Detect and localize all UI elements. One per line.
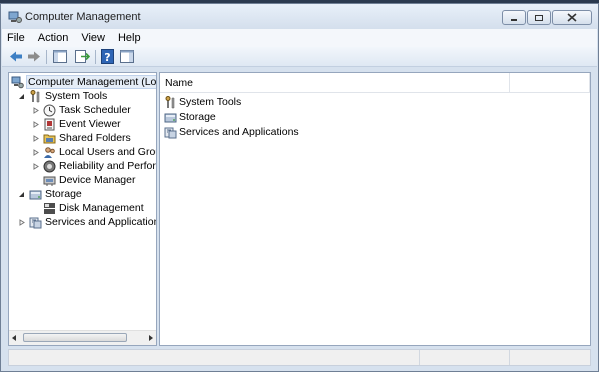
tree-item-device-manager[interactable]: Device Manager bbox=[43, 173, 135, 187]
tree-item-label: System Tools bbox=[45, 90, 108, 102]
maximize-button[interactable] bbox=[527, 10, 551, 25]
system-tools-icon bbox=[30, 89, 40, 102]
status-bar-divider bbox=[509, 350, 510, 365]
close-button[interactable] bbox=[552, 10, 592, 25]
expand-arrow-icon[interactable] bbox=[31, 120, 40, 129]
scroll-right-icon[interactable] bbox=[147, 334, 154, 342]
toolbar: ? bbox=[2, 47, 597, 67]
tree-item-label: Storage bbox=[45, 188, 82, 200]
scrollbar-thumb[interactable] bbox=[23, 333, 127, 342]
maximize-icon bbox=[535, 14, 543, 21]
tree-item-label: Computer Management (Local) bbox=[25, 75, 156, 89]
expand-arrow-icon[interactable] bbox=[31, 148, 40, 157]
toolbar-separator bbox=[95, 50, 96, 64]
system-tools-icon bbox=[165, 95, 175, 108]
horizontal-scrollbar[interactable] bbox=[9, 330, 156, 345]
disk-management-icon bbox=[44, 202, 55, 214]
list-item-system-tools[interactable]: System Tools bbox=[164, 95, 241, 109]
scroll-left-icon[interactable] bbox=[11, 334, 18, 342]
list-header: Name bbox=[160, 73, 590, 93]
computer-management-icon bbox=[8, 11, 22, 23]
tree-item-reliability[interactable]: Reliability and Performance bbox=[31, 159, 156, 173]
event-viewer-icon bbox=[44, 118, 55, 130]
collapse-arrow-icon[interactable] bbox=[17, 190, 26, 199]
column-header-name[interactable]: Name bbox=[160, 73, 510, 92]
services-applications-icon bbox=[164, 127, 177, 138]
tree-item-computer-management[interactable]: Computer Management (Local) bbox=[11, 75, 156, 89]
list-item-label: System Tools bbox=[179, 96, 242, 108]
storage-icon bbox=[29, 190, 42, 199]
status-bar-divider bbox=[419, 350, 420, 365]
shared-folders-icon bbox=[43, 134, 56, 143]
menu-action[interactable]: Action bbox=[38, 32, 69, 44]
column-header-label: Name bbox=[165, 76, 194, 89]
close-icon bbox=[567, 13, 577, 22]
results-pane[interactable]: Name System Tools Storage Services and A… bbox=[159, 72, 591, 346]
tree-item-label: Disk Management bbox=[59, 202, 144, 214]
back-icon[interactable] bbox=[8, 49, 24, 64]
tree-item-label: Services and Applications bbox=[45, 216, 157, 228]
expand-arrow-icon[interactable] bbox=[31, 162, 40, 171]
minimize-icon bbox=[511, 18, 517, 21]
tree-item-local-users[interactable]: Local Users and Groups bbox=[31, 145, 156, 159]
tree-item-task-scheduler[interactable]: Task Scheduler bbox=[31, 103, 131, 117]
tree-item-label: Event Viewer bbox=[59, 118, 121, 130]
expand-arrow-icon[interactable] bbox=[31, 106, 40, 115]
status-bar bbox=[8, 349, 591, 366]
menu-bar: File Action View Help bbox=[2, 29, 597, 47]
tree-item-label: Task Scheduler bbox=[59, 104, 131, 116]
help-icon[interactable]: ? bbox=[100, 49, 116, 64]
tree-item-label: Local Users and Groups bbox=[59, 146, 156, 158]
menu-file[interactable]: File bbox=[7, 32, 25, 44]
list-item-label: Storage bbox=[179, 111, 216, 123]
storage-icon bbox=[164, 113, 177, 122]
tree-item-label: Reliability and Performance bbox=[59, 160, 156, 172]
tree-item-system-tools[interactable]: System Tools bbox=[17, 89, 107, 103]
menu-help[interactable]: Help bbox=[118, 32, 141, 44]
task-scheduler-icon bbox=[43, 104, 56, 116]
collapse-arrow-icon[interactable] bbox=[17, 92, 26, 101]
tree-item-event-viewer[interactable]: Event Viewer bbox=[31, 117, 121, 131]
minimize-button[interactable] bbox=[502, 10, 526, 25]
expand-arrow-icon[interactable] bbox=[17, 218, 26, 227]
column-header-empty[interactable] bbox=[510, 73, 590, 92]
window-title: Computer Management bbox=[25, 11, 141, 23]
computer-management-icon bbox=[11, 76, 24, 88]
tree-item-storage[interactable]: Storage bbox=[17, 187, 82, 201]
expand-arrow-icon[interactable] bbox=[31, 134, 40, 143]
tree-item-services-applications[interactable]: Services and Applications bbox=[17, 215, 157, 229]
menu-view[interactable]: View bbox=[81, 32, 105, 44]
console-tree[interactable]: Computer Management (Local) System Tools… bbox=[8, 72, 157, 346]
list-item-storage[interactable]: Storage bbox=[164, 110, 216, 124]
forward-icon[interactable] bbox=[26, 49, 42, 64]
export-list-icon[interactable] bbox=[74, 49, 90, 64]
toolbar-separator bbox=[46, 50, 47, 64]
list-item-label: Services and Applications bbox=[179, 126, 299, 138]
title-bar[interactable]: Computer Management bbox=[1, 4, 598, 30]
svg-text:?: ? bbox=[104, 51, 110, 64]
reliability-performance-icon bbox=[43, 160, 56, 172]
device-manager-icon bbox=[43, 176, 56, 186]
show-hide-action-pane-icon[interactable] bbox=[119, 49, 135, 64]
tree-item-disk-management[interactable]: Disk Management bbox=[43, 201, 144, 215]
computer-management-window: Computer Management File Action View Hel… bbox=[0, 3, 599, 372]
show-hide-console-tree-icon[interactable] bbox=[52, 49, 68, 64]
tree-item-label: Device Manager bbox=[59, 174, 136, 186]
local-users-icon bbox=[44, 146, 55, 158]
list-item-services-applications[interactable]: Services and Applications bbox=[164, 125, 299, 139]
services-applications-icon bbox=[29, 217, 42, 228]
tree-item-shared-folders[interactable]: Shared Folders bbox=[31, 131, 131, 145]
tree-item-label: Shared Folders bbox=[59, 132, 131, 144]
